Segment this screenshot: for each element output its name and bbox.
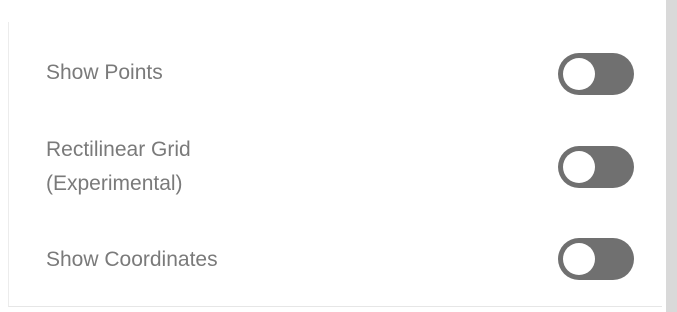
toggle-knob xyxy=(563,151,595,183)
show-coordinates-toggle[interactable] xyxy=(558,238,634,280)
toggle-knob xyxy=(563,58,595,90)
vertical-scrollbar[interactable] xyxy=(666,0,677,312)
setting-row-show-points: Show Points xyxy=(9,53,663,95)
rectilinear-grid-label: Rectilinear Grid (Experimental) xyxy=(46,138,191,195)
show-points-toggle[interactable] xyxy=(558,53,634,95)
setting-row-show-coordinates: Show Coordinates xyxy=(9,238,663,281)
settings-frame: Show Points Rectilinear Grid (Experiment… xyxy=(0,0,677,312)
settings-panel: Show Points Rectilinear Grid (Experiment… xyxy=(8,22,662,307)
show-points-label: Show Points xyxy=(46,61,163,84)
show-coordinates-label: Show Coordinates xyxy=(46,248,218,271)
previous-section-edge xyxy=(8,0,662,23)
setting-row-rectilinear-grid: Rectilinear Grid (Experimental) xyxy=(9,131,663,201)
rectilinear-grid-toggle[interactable] xyxy=(558,146,634,188)
toggle-knob xyxy=(563,243,595,275)
